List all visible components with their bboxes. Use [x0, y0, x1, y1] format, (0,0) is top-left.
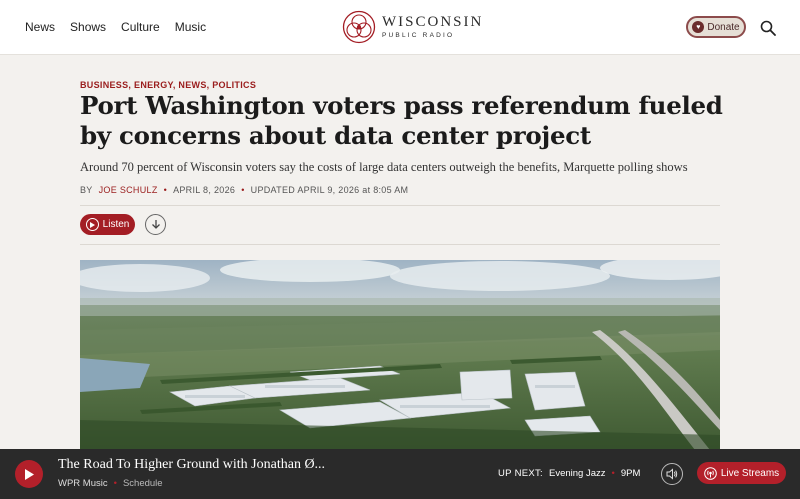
listen-label: Listen	[102, 219, 130, 230]
byline: BY JOE SCHULZ • APRIL 8, 2026 • UPDATED …	[80, 185, 408, 195]
site-logo[interactable]: WISCONSIN PUBLIC RADIO	[342, 10, 483, 44]
station-separator: •	[113, 478, 117, 489]
main-nav: News Shows Culture Music	[25, 20, 206, 34]
station-name: WPR Music	[58, 478, 108, 489]
listen-button[interactable]: Listen	[80, 214, 135, 235]
byline-separator: •	[241, 185, 245, 195]
play-circle-icon	[85, 218, 99, 231]
play-button[interactable]	[15, 460, 43, 488]
play-icon	[25, 468, 34, 480]
article-dek: Around 70 percent of Wisconsin voters sa…	[80, 160, 688, 174]
live-streams-label: Live Streams	[720, 467, 780, 479]
up-next: UP NEXT: Evening Jazz • 9PM	[498, 468, 640, 479]
now-playing-title: The Road To Higher Ground with Jonathan …	[58, 457, 326, 472]
article-title: Port Washington voters pass referendum f…	[80, 91, 723, 150]
publish-date: APRIL 8, 2026	[173, 185, 236, 195]
hero-image	[80, 260, 720, 450]
nav-item-shows[interactable]: Shows	[70, 20, 106, 34]
author-link[interactable]: JOE SCHULZ	[99, 185, 158, 195]
nav-item-culture[interactable]: Culture	[121, 20, 160, 34]
divider	[80, 205, 720, 206]
article-categories[interactable]: BUSINESS, ENERGY, NEWS, POLITICS	[80, 80, 256, 90]
live-streams-button[interactable]: Live Streams	[697, 462, 786, 484]
up-next-show: Evening Jazz	[549, 468, 606, 479]
heart-icon: ♥	[692, 21, 705, 33]
donate-label: Donate	[707, 21, 740, 33]
nav-item-music[interactable]: Music	[175, 20, 206, 34]
download-button[interactable]	[145, 214, 166, 235]
donate-button[interactable]: ♥ Donate	[686, 16, 746, 38]
updated-date: UPDATED APRIL 9, 2026 at 8:05 AM	[250, 185, 409, 195]
up-next-separator: •	[611, 468, 615, 479]
logo-subtitle: PUBLIC RADIO	[382, 31, 455, 39]
station-info: WPR Music • Schedule	[58, 478, 163, 489]
up-next-label: UP NEXT:	[498, 468, 543, 479]
up-next-time: 9PM	[620, 468, 641, 479]
logo-icon	[342, 10, 376, 44]
nav-item-news[interactable]: News	[25, 20, 55, 34]
byline-prefix: BY	[80, 185, 93, 195]
broadcast-icon	[704, 466, 717, 480]
logo-name: WISCONSIN	[382, 13, 484, 30]
volume-button[interactable]	[661, 463, 683, 485]
download-icon	[151, 220, 160, 229]
byline-separator: •	[163, 185, 168, 195]
schedule-link[interactable]: Schedule	[123, 478, 163, 489]
divider	[80, 244, 720, 245]
site-header: News Shows Culture Music WISCONSIN PUBLI…	[0, 0, 800, 55]
volume-icon	[666, 468, 678, 480]
audio-player-bar: The Road To Higher Ground with Jonathan …	[0, 449, 800, 499]
search-icon[interactable]	[760, 20, 776, 36]
